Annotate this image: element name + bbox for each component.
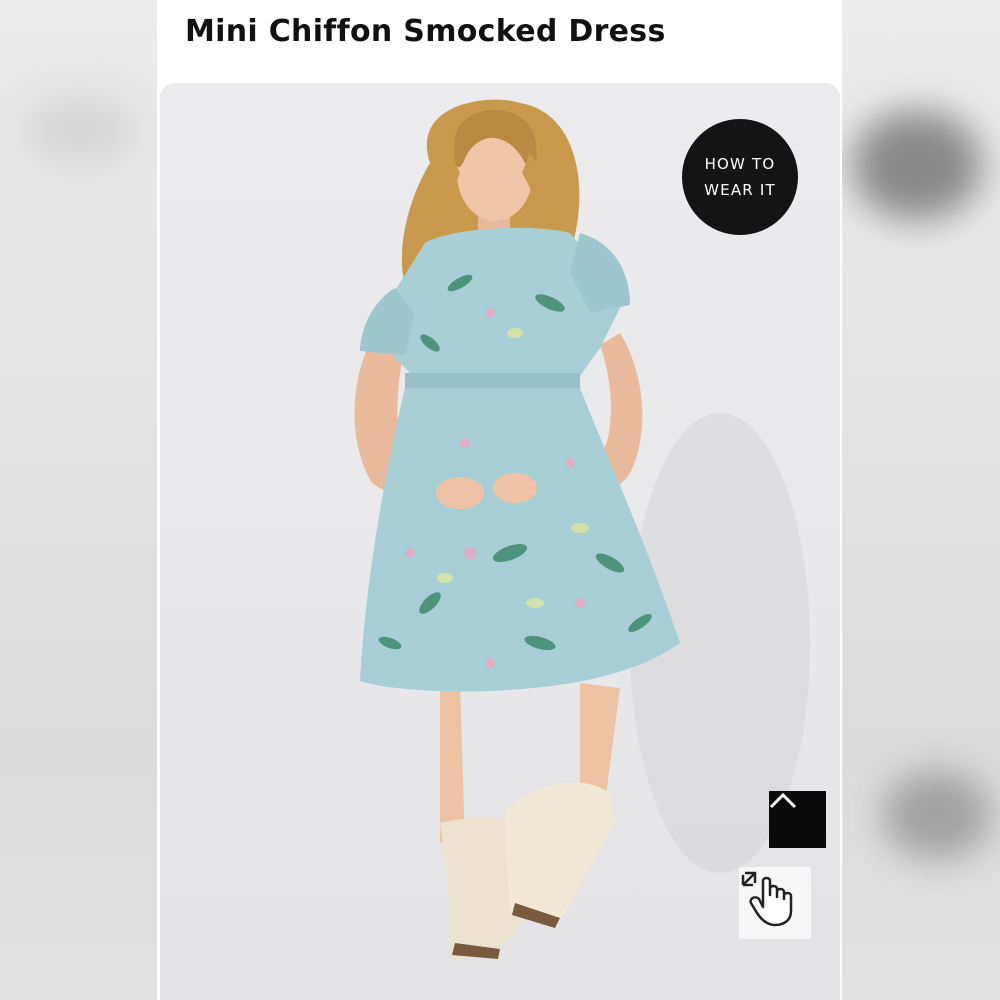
- background-right-blur: [842, 0, 1000, 1000]
- zoom-gesture-button[interactable]: [739, 867, 811, 939]
- product-image[interactable]: HOW TO WEAR IT: [160, 83, 840, 1000]
- how-to-wear-line2: WEAR IT: [704, 181, 776, 199]
- product-panel: Mini Chiffon Smocked Dress HOW TO WEAR I…: [157, 0, 842, 1000]
- how-to-wear-it-button[interactable]: HOW TO WEAR IT: [682, 119, 798, 235]
- product-title: Mini Chiffon Smocked Dress: [185, 14, 666, 49]
- how-to-wear-line1: HOW TO: [704, 155, 776, 173]
- background-left-blur: [0, 0, 157, 1000]
- scroll-to-top-button[interactable]: [769, 791, 826, 848]
